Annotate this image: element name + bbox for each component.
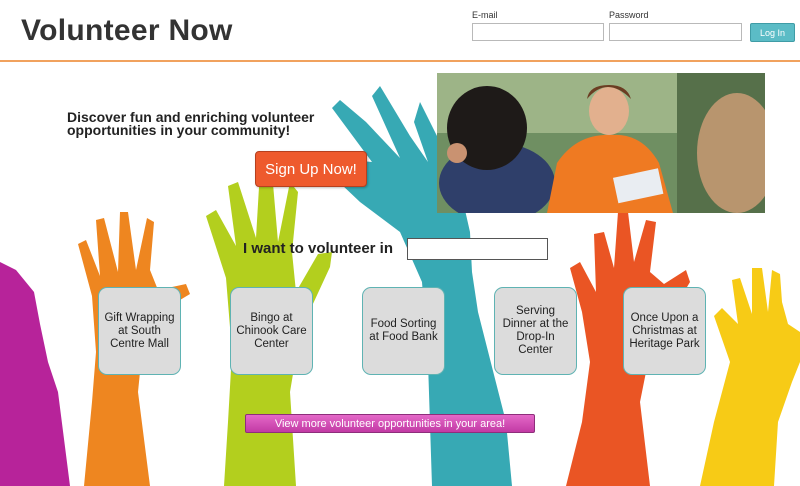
volunteer-location-input[interactable] [407,238,548,260]
password-label: Password [609,10,649,20]
view-more-button[interactable]: View more volunteer opportunities in you… [245,414,535,433]
opportunity-title: Food Sorting at Food Bank [369,318,438,343]
opportunity-title: Gift Wrapping at South Centre Mall [104,311,175,350]
volunteer-in-label: I want to volunteer in [243,240,394,257]
opportunity-card[interactable]: Gift Wrapping at South Centre Mall [98,287,181,375]
opportunity-title: Once Upon a Christmas at Heritage Park [629,311,700,350]
hero-photo [437,73,765,213]
sign-up-button[interactable]: Sign Up Now! [255,151,367,187]
site-header: Volunteer Now E-mail Password Log In [0,0,800,62]
login-button[interactable]: Log In [750,23,795,42]
email-field[interactable] [472,23,604,41]
password-field[interactable] [609,23,742,41]
opportunity-title: Serving Dinner at the Drop-In Center [502,305,569,356]
opportunity-title: Bingo at Chinook Care Center [236,311,307,350]
opportunity-card[interactable]: Food Sorting at Food Bank [362,287,445,375]
yellow-hand [700,268,800,486]
opportunity-card[interactable]: Once Upon a Christmas at Heritage Park [623,287,706,375]
site-title: Volunteer Now [21,14,233,47]
magenta-hand [0,262,70,486]
email-label: E-mail [472,10,498,20]
opportunity-card[interactable]: Bingo at Chinook Care Center [230,287,313,375]
tagline: Discover fun and enriching volunteer opp… [67,109,315,138]
opportunity-card[interactable]: Serving Dinner at the Drop-In Center [494,287,577,375]
